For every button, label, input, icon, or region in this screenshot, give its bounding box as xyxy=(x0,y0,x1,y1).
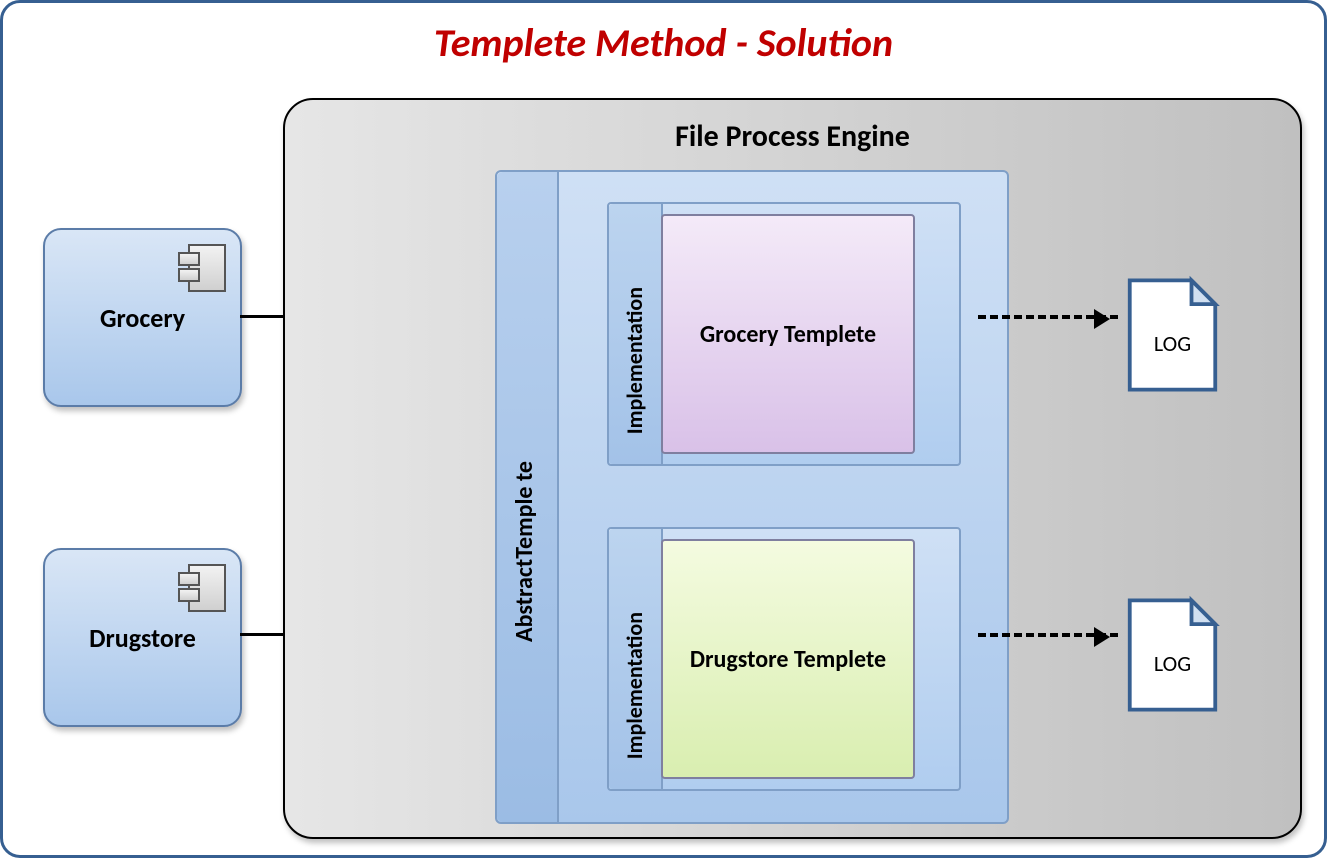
implementation-tab: Implementation xyxy=(609,529,663,789)
component-grocery-label: Grocery xyxy=(100,302,185,334)
component-grocery: Grocery xyxy=(43,228,242,407)
implementation-label: Implementation xyxy=(621,287,648,434)
file-process-engine: File Process Engine AbstractTemple te Im… xyxy=(283,98,1302,839)
implementation-tab: Implementation xyxy=(609,204,663,464)
component-drugstore: Drugstore xyxy=(43,548,242,727)
component-drugstore-label: Drugstore xyxy=(89,622,196,654)
drugstore-templete-label: Drugstore Templete xyxy=(661,539,915,779)
log-file-icon: LOG xyxy=(1125,595,1220,715)
implementation-label: Implementation xyxy=(621,612,648,759)
grocery-templete-box: Implementation Grocery Templete xyxy=(607,202,961,466)
log-file-icon: LOG xyxy=(1125,275,1220,395)
grocery-templete-label: Grocery Templete xyxy=(661,214,915,454)
arrow-drugstore-to-log xyxy=(978,633,1118,637)
abstract-templete-label: AbstractTemple te xyxy=(510,461,539,642)
abstract-templete-box: AbstractTemple te Implementation Grocery… xyxy=(495,170,1009,824)
component-icon xyxy=(178,564,222,610)
diagram-title: Templete Method - Solution xyxy=(3,18,1324,67)
component-icon xyxy=(178,244,222,290)
engine-title: File Process Engine xyxy=(285,118,1300,155)
arrow-grocery-to-log xyxy=(978,315,1118,319)
log-label: LOG xyxy=(1125,650,1220,677)
abstract-templete-tab: AbstractTemple te xyxy=(497,172,559,822)
diagram-frame: Templete Method - Solution Grocery Drugs… xyxy=(0,0,1327,858)
drugstore-templete-box: Implementation Drugstore Templete xyxy=(607,527,961,791)
log-label: LOG xyxy=(1125,330,1220,357)
